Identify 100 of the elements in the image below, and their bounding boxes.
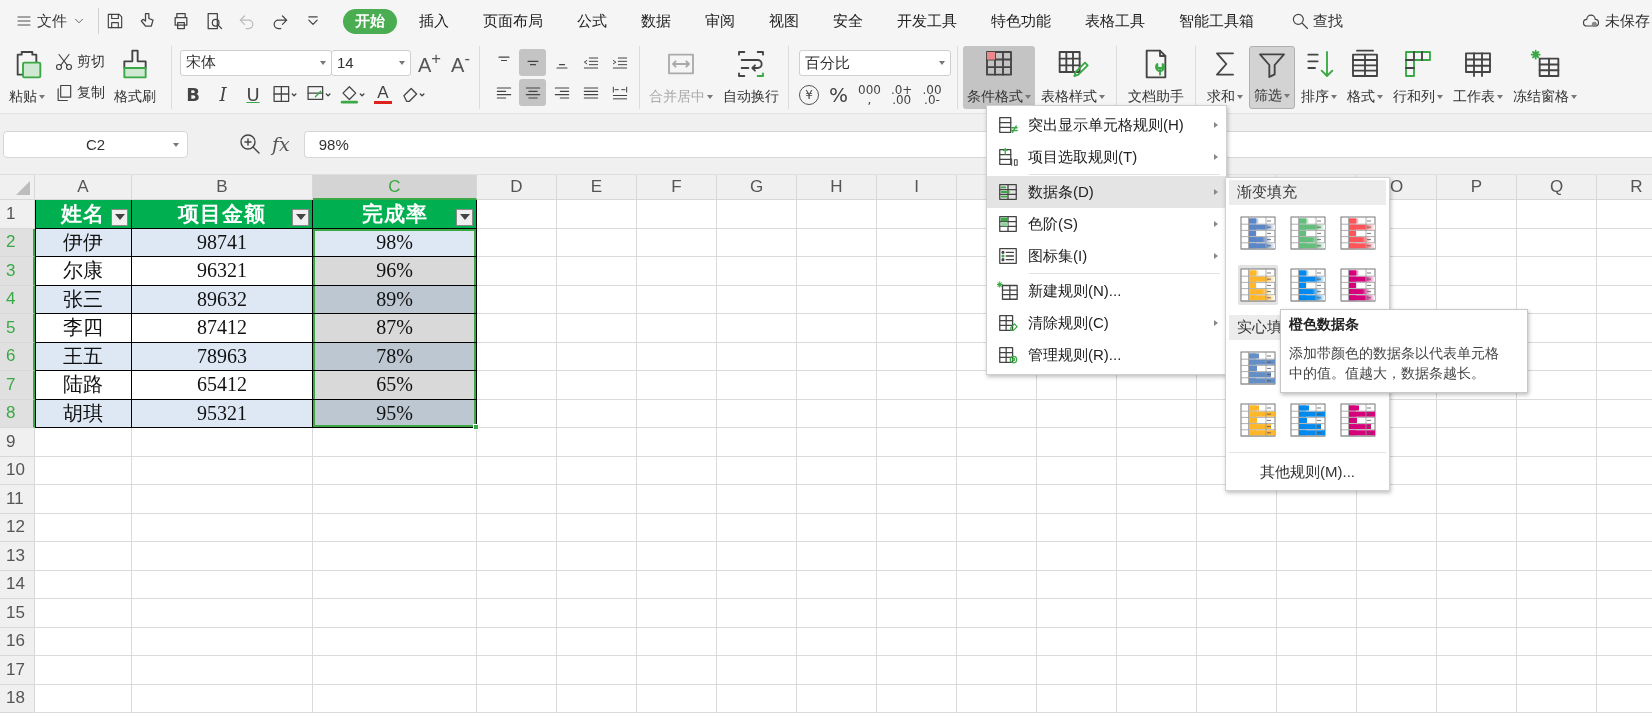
font-size-field[interactable]: 14 [331,49,411,76]
grid-cell[interactable] [637,542,717,571]
grid-cell[interactable] [477,599,557,628]
grid-cell[interactable] [132,485,313,514]
grid-cell[interactable] [132,513,313,542]
grid-cell[interactable] [1437,684,1517,713]
paste-button[interactable]: 粘贴 [5,46,49,109]
grid-cell[interactable] [1437,428,1517,457]
grid-cell[interactable] [1197,684,1277,713]
grid-cell[interactable] [477,371,557,400]
grid-cell[interactable] [797,342,877,371]
menu-item[interactable]: 新建规则(N)... [987,275,1226,307]
grid-cell[interactable] [1037,513,1117,542]
align-middle-icon[interactable] [519,49,546,76]
grid-cell[interactable] [1517,542,1597,571]
save-icon[interactable] [105,11,125,31]
function-button[interactable]: fx [272,133,290,155]
column-header[interactable]: G [717,175,797,200]
grid-cell[interactable] [1357,656,1437,685]
grid-cell[interactable] [797,542,877,571]
grid-cell[interactable] [1517,656,1597,685]
grid-cell[interactable] [1277,656,1357,685]
grid-cell[interactable] [877,599,957,628]
grid-cell[interactable] [877,684,957,713]
menu-item[interactable]: 清除规则(C) [987,307,1226,339]
grid-cell[interactable] [877,371,957,400]
grid-cell[interactable] [797,656,877,685]
grid-cell[interactable] [557,542,637,571]
grid-cell[interactable] [1197,627,1277,656]
grid-cell[interactable] [877,627,957,656]
grid-cell[interactable] [957,456,1037,485]
grid-cell[interactable] [477,542,557,571]
bold-button[interactable]: B [180,82,206,107]
grid-cell[interactable] [1117,513,1197,542]
grid-cell[interactable] [637,399,717,428]
grid-cell[interactable] [1197,656,1277,685]
grid-cell[interactable] [1517,456,1597,485]
grid-cell[interactable] [313,456,477,485]
grid-cell[interactable] [35,599,132,628]
filter-button[interactable] [456,208,473,226]
column-header[interactable]: P [1437,175,1517,200]
grid-cell[interactable] [1517,257,1597,286]
grid-cell[interactable] [717,285,797,314]
select-all-button[interactable] [0,175,35,200]
grid-cell[interactable] [557,285,637,314]
grid-cell[interactable] [797,314,877,343]
grid-cell[interactable] [1437,542,1517,571]
grid-cell[interactable] [1277,513,1357,542]
grid-cell[interactable] [1117,627,1197,656]
grid-cell[interactable] [1037,570,1117,599]
grid-cell[interactable] [637,285,717,314]
menu-tab[interactable]: 开发工具 [885,8,969,34]
grid-cell[interactable] [877,228,957,257]
grid-cell[interactable] [1437,257,1517,286]
grid-cell[interactable] [877,485,957,514]
row-header[interactable]: 14 [0,570,35,599]
menu-item[interactable]: 图标集(I) [987,240,1226,272]
menu-tab[interactable]: 数据 [629,8,683,34]
grid-cell[interactable] [797,285,877,314]
grid-cell[interactable] [877,656,957,685]
row-header[interactable]: 11 [0,485,35,514]
menu-tab[interactable]: 审阅 [693,8,747,34]
grid-cell[interactable] [1437,656,1517,685]
row-header[interactable]: 16 [0,627,35,656]
grid-cell[interactable] [1357,570,1437,599]
grid-cell[interactable] [637,656,717,685]
row-header[interactable]: 12 [0,513,35,542]
column-header[interactable]: A [35,175,132,200]
grid-cell[interactable] [717,456,797,485]
percent-button[interactable]: % [829,84,848,105]
grid-cell[interactable] [35,684,132,713]
grid-cell[interactable] [797,428,877,457]
grid-cell[interactable] [477,485,557,514]
grid-cell[interactable] [1357,684,1437,713]
grid-cell[interactable] [717,228,797,257]
grid-cell[interactable] [477,228,557,257]
grid-cell[interactable] [557,342,637,371]
grid-cell[interactable] [35,513,132,542]
grid-cell[interactable] [957,399,1037,428]
grid-cell[interactable] [1277,570,1357,599]
column-header[interactable]: Q [1517,175,1597,200]
grid-cell[interactable] [477,200,557,229]
font-name-field[interactable]: 宋体 [180,49,332,76]
grid-cell[interactable] [132,599,313,628]
grid-cell[interactable] [797,257,877,286]
grid-cell[interactable] [557,428,637,457]
grid-cell[interactable] [477,399,557,428]
grid-cell[interactable] [637,371,717,400]
grid-cell[interactable] [1037,485,1117,514]
grid-cell[interactable] [132,656,313,685]
grid-cell[interactable] [1437,456,1517,485]
grid-cell[interactable] [1197,570,1277,599]
grid-cell[interactable] [477,684,557,713]
grid-cell[interactable] [957,570,1037,599]
grid-cell[interactable] [1117,570,1197,599]
grid-cell[interactable] [557,599,637,628]
column-header[interactable]: D [477,175,557,200]
grid-cell[interactable] [637,257,717,286]
grid-cell[interactable] [1037,599,1117,628]
grid-cell[interactable] [1277,684,1357,713]
